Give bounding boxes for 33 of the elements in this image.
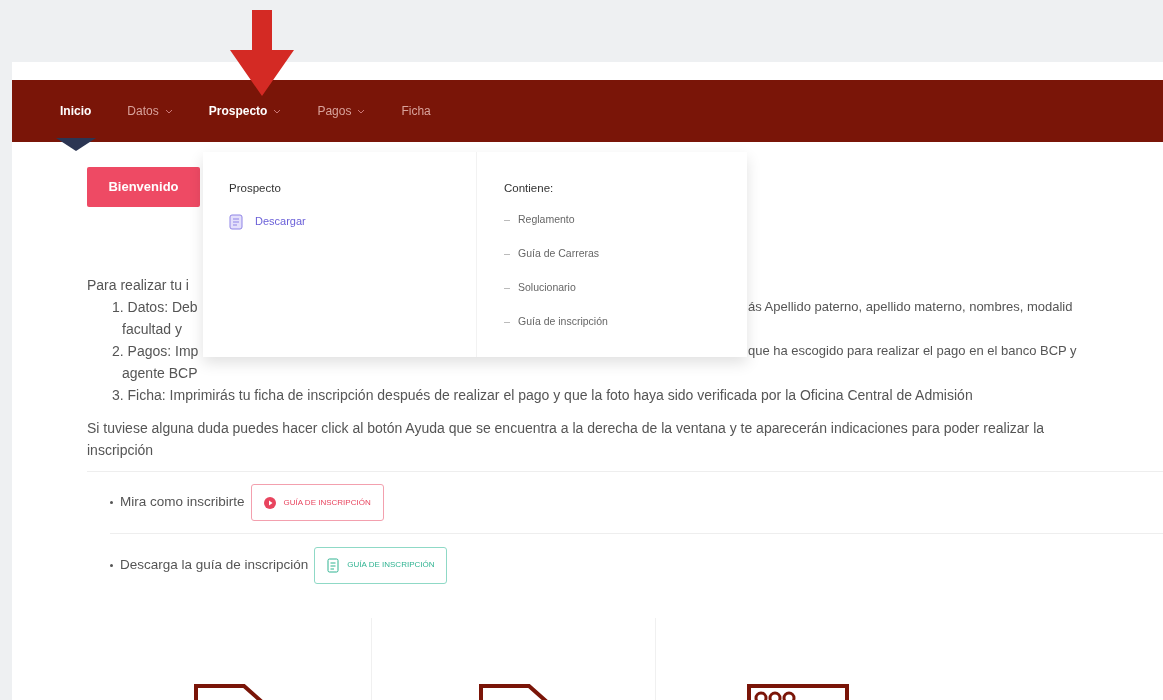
contents-item: Guía de Carreras	[518, 246, 600, 262]
resource-label: Mira como inscribirte	[120, 493, 245, 512]
instruction-text: ás Apellido paterno, apellido materno, nombres, modalid	[748, 298, 1073, 317]
download-link[interactable]: Descargar	[255, 213, 306, 230]
chevron-down-icon	[273, 108, 282, 114]
document-icon	[229, 213, 243, 230]
contents-item: Guía de inscripción	[518, 314, 608, 330]
arrow-icon	[230, 10, 294, 96]
guide-button[interactable]: GUÍA DE INSCRIPCIÓN	[250, 484, 384, 521]
chevron-down-icon	[357, 108, 366, 114]
nav-link[interactable]: Prospecto	[208, 102, 282, 120]
contents-item: Solucionario	[518, 280, 576, 296]
guide-button[interactable]: GUÍA DE INSCRIPCIÓN	[314, 546, 448, 584]
nav-link[interactable]: Pagos	[317, 102, 366, 120]
nav-link[interactable]: Ficha	[401, 102, 431, 120]
instruction-text: 1. Datos: Deb	[112, 298, 198, 315]
menu-heading: Contiene:	[504, 181, 555, 196]
welcome-tab[interactable]: Bienvenido	[87, 167, 200, 207]
nav-link[interactable]: Inicio	[60, 102, 92, 120]
nav-link[interactable]: Datos	[127, 102, 173, 120]
instruction-text: 2. Pagos: Imp	[112, 342, 199, 359]
instruction-text: facultad y	[122, 320, 182, 337]
chevron-down-icon	[164, 108, 173, 114]
contents-item: Reglamento	[518, 212, 575, 228]
menu-heading: Prospecto	[229, 181, 282, 196]
instruction-text: 3. Ficha: Imprimirás tu ficha de inscripción después de realizar el pago y que la foto haya sido verificada por la Oficina Central de Admisión	[112, 386, 973, 403]
instruction-text: que ha escogido para realizar el pago en el banco BCP y	[748, 342, 1077, 361]
instruction-text: Para realizar tu i	[87, 276, 189, 293]
help-text: Si tuviese alguna duda puedes hacer click al botón Ayuda que se encuentra a la derecha de la ventana y te aparecerán indicaciones para poder realizar la inscripción	[87, 419, 1046, 460]
resource-label: Descarga la guía de inscripción	[120, 555, 309, 574]
instruction-text: agente BCP	[122, 364, 198, 381]
document-icon	[327, 557, 340, 573]
play-circle-icon	[263, 496, 276, 509]
